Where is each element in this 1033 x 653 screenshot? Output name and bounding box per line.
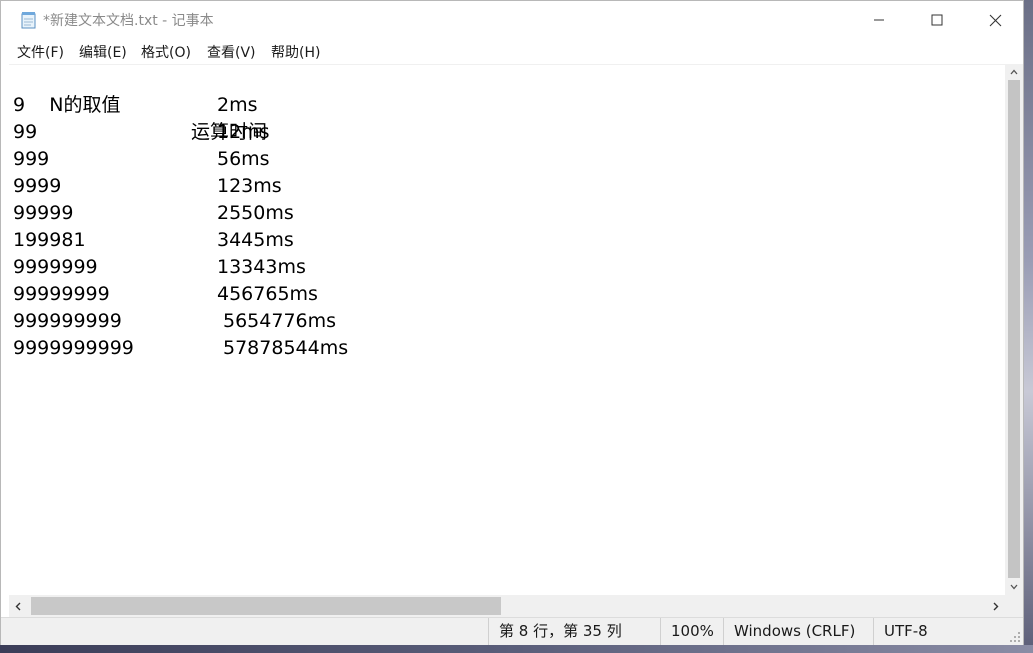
scroll-up-button[interactable] (1005, 64, 1023, 80)
vertical-scroll-thumb[interactable] (1008, 80, 1020, 578)
chevron-right-icon (993, 602, 999, 610)
maximize-button[interactable] (908, 1, 966, 39)
n-value: 9999999 (13, 256, 98, 278)
maximize-icon (931, 14, 943, 26)
text-line: 999 56ms (13, 146, 270, 173)
status-zoom: 100% (660, 618, 723, 645)
n-value: 9999 (13, 175, 62, 197)
horizontal-scroll-thumb[interactable] (31, 597, 501, 615)
text-line-header: N的取值 运算时间 (13, 65, 267, 143)
n-value: 99 (13, 121, 38, 143)
n-value: 99999 (13, 202, 74, 224)
text-editor-area[interactable]: N的取值 运算时间 9 2ms 99 12ms 999 56ms 9999 123ms … (9, 64, 1005, 596)
scroll-left-button[interactable] (9, 595, 27, 617)
n-value: 9 (13, 94, 26, 116)
scroll-right-button[interactable] (987, 595, 1005, 617)
time-value: 13343ms (217, 256, 306, 278)
n-value: 999 (13, 148, 50, 170)
desktop-background-bottom (0, 645, 1033, 653)
status-cursor-position: 第 8 行，第 35 列 (488, 618, 660, 645)
vertical-scrollbar[interactable] (1005, 64, 1023, 595)
chevron-up-icon (1010, 69, 1018, 75)
n-value: 9999999999 (13, 337, 134, 359)
minimize-icon (874, 19, 884, 21)
time-value: 12ms (217, 121, 270, 143)
status-line-ending: Windows (CRLF) (723, 618, 873, 645)
menu-help[interactable]: 帮助(H) (269, 42, 322, 62)
time-value: 2ms (217, 94, 258, 116)
menu-view[interactable]: 查看(V) (205, 42, 258, 62)
header-n: N的取值 (49, 94, 121, 116)
status-encoding: UTF-8 (873, 618, 1003, 645)
text-line: 9999999999 57878544ms (13, 335, 348, 362)
menu-bar: 文件(F) 编辑(E) 格式(O) 查看(V) 帮助(H) (1, 39, 1023, 63)
status-bar: 第 8 行，第 35 列 100% Windows (CRLF) UTF-8 (1, 617, 1023, 645)
desktop-background (1024, 0, 1033, 653)
text-line: 199981 3445ms (13, 227, 294, 254)
time-value: 456765ms (217, 283, 318, 305)
time-value: 56ms (217, 148, 270, 170)
title-bar[interactable]: *新建文本文档.txt - 记事本 (1, 1, 1023, 39)
time-value: 123ms (217, 175, 282, 197)
menu-file[interactable]: 文件(F) (15, 42, 66, 62)
time-value: 5654776ms (223, 310, 337, 332)
n-value: 199981 (13, 229, 86, 251)
scrollbar-corner (1005, 595, 1023, 617)
notepad-window: *新建文本文档.txt - 记事本 文件(F) 编辑(E) 格式(O) 查看(V… (0, 0, 1024, 645)
chevron-left-icon (15, 602, 21, 610)
menu-edit[interactable]: 编辑(E) (77, 42, 129, 62)
text-line: 99999999 456765ms (13, 281, 318, 308)
scroll-down-button[interactable] (1005, 579, 1023, 595)
notepad-icon (21, 12, 36, 29)
text-line: 999999999 5654776ms (13, 308, 336, 335)
text-line: 9999999 13343ms (13, 254, 306, 281)
n-value: 999999999 (13, 310, 122, 332)
text-line: 99 12ms (13, 119, 270, 146)
minimize-button[interactable] (850, 1, 908, 39)
time-value: 3445ms (217, 229, 294, 251)
text-line: 99999 2550ms (13, 200, 294, 227)
text-line: 9999 123ms (13, 173, 282, 200)
resize-grip-icon[interactable] (1009, 631, 1021, 643)
horizontal-scrollbar[interactable] (9, 595, 1005, 617)
text-line: 9 2ms (13, 92, 258, 119)
time-value: 2550ms (217, 202, 294, 224)
window-title: *新建文本文档.txt - 记事本 (43, 13, 214, 29)
time-value: 57878544ms (223, 337, 349, 359)
close-button[interactable] (966, 1, 1024, 39)
n-value: 99999999 (13, 283, 110, 305)
chevron-down-icon (1010, 584, 1018, 590)
close-icon (989, 14, 1001, 26)
menu-format[interactable]: 格式(O) (139, 42, 193, 62)
